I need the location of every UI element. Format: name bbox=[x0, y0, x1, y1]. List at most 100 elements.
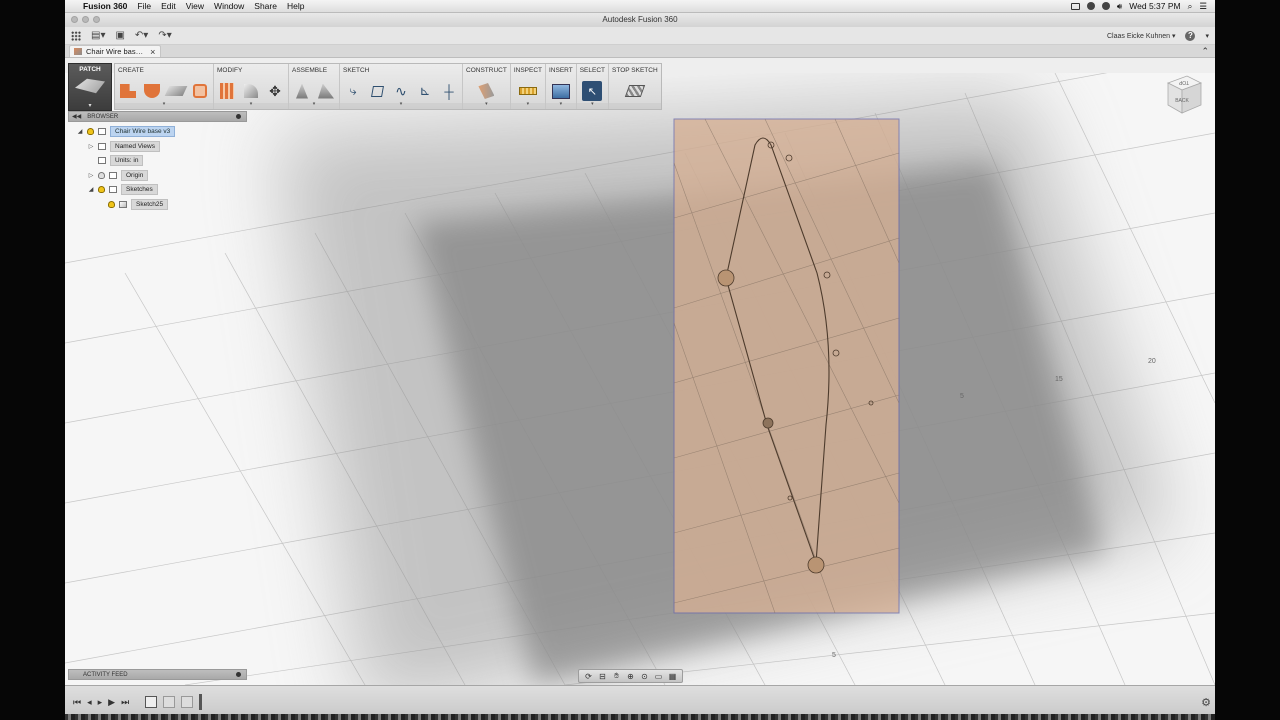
panel-assemble[interactable]: ASSEMBLE ▾ bbox=[289, 64, 340, 109]
go-to-start-icon[interactable]: ⏮ bbox=[73, 697, 81, 708]
step-back-icon[interactable]: ◂ bbox=[87, 697, 92, 708]
go-to-end-icon[interactable]: ⏭ bbox=[121, 697, 129, 708]
grid-label-5a: 5 bbox=[960, 393, 964, 400]
menu-share[interactable]: Share bbox=[254, 1, 277, 11]
fillet-icon[interactable] bbox=[241, 81, 261, 101]
measure-icon[interactable] bbox=[518, 81, 538, 101]
step-forward-icon[interactable]: ▸ bbox=[98, 697, 103, 708]
workspace-switcher[interactable]: PATCH ▾ bbox=[68, 63, 112, 111]
close-window-icon[interactable] bbox=[71, 16, 78, 23]
joint-icon[interactable] bbox=[292, 81, 312, 101]
fusion-window: Autodesk Fusion 360 ▤▾ ▣ ↶▾ ↷▾ Claas Eic… bbox=[65, 13, 1215, 718]
timeline-feature-icon[interactable] bbox=[181, 696, 194, 708]
select-cursor-icon[interactable]: ↖ bbox=[582, 81, 603, 101]
visibility-bulb-icon[interactable] bbox=[108, 201, 115, 208]
collapse-arrow-icon[interactable]: ◢ bbox=[87, 186, 95, 193]
user-account-menu[interactable]: Claas Eicke Kuhnen ▾ bbox=[1107, 32, 1176, 40]
panel-sketch-title: SKETCH bbox=[343, 67, 370, 74]
play-icon[interactable]: ▶ bbox=[108, 697, 115, 708]
close-tab-icon[interactable]: × bbox=[150, 47, 155, 57]
panel-select[interactable]: SELECT ↖ ▾ bbox=[576, 64, 609, 109]
browser-node-units[interactable]: Units: in bbox=[98, 155, 144, 166]
minimize-window-icon[interactable] bbox=[82, 16, 89, 23]
loft-icon[interactable] bbox=[190, 81, 210, 101]
document-tab-bar: Chair Wire bas… × ⌃ bbox=[65, 45, 1215, 58]
grid-icon[interactable] bbox=[71, 30, 81, 41]
screen-mirror-icon[interactable] bbox=[1070, 2, 1080, 10]
panel-modify[interactable]: MODIFY ✥ ▾ bbox=[214, 64, 289, 109]
sketch-trim-icon[interactable]: ┼ bbox=[439, 81, 459, 101]
menu-edit[interactable]: Edit bbox=[161, 1, 176, 11]
grid-settings-icon[interactable]: ▦ bbox=[667, 672, 678, 681]
expand-arrow-icon[interactable]: ▷ bbox=[87, 143, 95, 150]
view-cube[interactable]: TOP BACK bbox=[1165, 73, 1203, 117]
extrude-icon[interactable] bbox=[118, 81, 138, 101]
app-menu[interactable]: Fusion 360 bbox=[83, 1, 127, 11]
save-icon[interactable]: ▣ bbox=[115, 30, 124, 41]
panel-inspect[interactable]: INSPECT ▾ bbox=[510, 64, 546, 109]
redo-icon[interactable]: ↷▾ bbox=[158, 30, 171, 41]
undo-icon[interactable]: ↶▾ bbox=[135, 30, 148, 41]
sketch-line-icon[interactable]: ⤷ bbox=[343, 81, 363, 101]
app-status-icon[interactable] bbox=[1086, 2, 1095, 10]
expand-arrow-icon[interactable]: ▷ bbox=[87, 172, 95, 179]
menu-view[interactable]: View bbox=[186, 1, 204, 11]
spotlight-search-icon[interactable]: ⌕ bbox=[1188, 1, 1193, 12]
zoom-icon[interactable]: ⊕ bbox=[625, 672, 636, 681]
move-icon[interactable]: ✥ bbox=[265, 81, 285, 101]
construct-plane-icon[interactable] bbox=[476, 81, 496, 101]
insert-image-icon[interactable] bbox=[551, 81, 571, 101]
panel-construct[interactable]: CONSTRUCT ▾ bbox=[463, 64, 511, 109]
visibility-bulb-icon[interactable] bbox=[98, 172, 105, 179]
revolve-icon[interactable] bbox=[142, 81, 162, 101]
help-icon[interactable]: ? bbox=[1185, 30, 1196, 41]
panel-stop-sketch[interactable]: STOP SKETCH bbox=[609, 64, 661, 109]
look-at-icon[interactable]: ⊟ bbox=[597, 672, 608, 681]
timeline-marker[interactable] bbox=[199, 694, 203, 710]
clock[interactable]: Wed 5:37 PM bbox=[1129, 1, 1180, 11]
press-pull-icon[interactable] bbox=[217, 81, 237, 101]
browser-node-origin[interactable]: ▷ Origin bbox=[87, 170, 149, 181]
sketch-plane[interactable] bbox=[673, 118, 900, 614]
orbit-icon[interactable]: ⟳ bbox=[583, 672, 594, 681]
menu-help[interactable]: Help bbox=[287, 1, 304, 11]
menu-window[interactable]: Window bbox=[214, 1, 244, 11]
gear-status-icon[interactable] bbox=[1101, 2, 1110, 10]
file-icon[interactable]: ▤▾ bbox=[91, 30, 105, 41]
browser-node-root[interactable]: ◢ Chair Wire base v3 bbox=[76, 126, 176, 137]
stop-sketch-icon[interactable] bbox=[624, 81, 645, 101]
display-settings-icon[interactable]: ▭ bbox=[653, 672, 664, 681]
gear-icon[interactable]: ⚙ bbox=[1201, 696, 1211, 709]
browser-node-label: Units: in bbox=[110, 155, 144, 166]
browser-node-sketches[interactable]: ◢ Sketches bbox=[87, 184, 158, 195]
timeline-feature-icon[interactable] bbox=[163, 696, 176, 708]
sketch-dimension-icon[interactable]: ⊾ bbox=[415, 81, 435, 101]
browser-node-sketch[interactable]: Sketch25 bbox=[108, 199, 169, 210]
document-tab[interactable]: Chair Wire bas… × bbox=[69, 45, 162, 57]
sketch-spline-icon[interactable]: ∿ bbox=[391, 81, 411, 101]
visibility-bulb-icon[interactable] bbox=[98, 186, 105, 193]
collapse-toolbar-icon[interactable]: ⌃ bbox=[1201, 46, 1209, 57]
panel-insert[interactable]: INSERT ▾ bbox=[545, 64, 577, 109]
document-settings-icon bbox=[98, 157, 106, 164]
visibility-bulb-icon[interactable] bbox=[87, 128, 94, 135]
volume-icon[interactable]: 🔊︎ bbox=[1117, 1, 1122, 12]
sketch-rectangle-icon[interactable] bbox=[367, 81, 387, 101]
pan-icon[interactable]: ✋︎ bbox=[611, 671, 622, 681]
activity-feed-panel[interactable]: ACTIVITY FEED bbox=[68, 669, 247, 680]
browser-node-named-views[interactable]: ▷ Named Views bbox=[87, 141, 160, 152]
workspace-dropdown-icon: ▾ bbox=[88, 103, 92, 109]
panel-sketch[interactable]: SKETCH ⤷ ∿ ⊾ ┼ ▾ bbox=[340, 64, 463, 109]
help-dropdown-icon[interactable]: ▾ bbox=[1205, 32, 1209, 40]
sketch-icon bbox=[119, 201, 127, 208]
menu-file[interactable]: File bbox=[137, 1, 151, 11]
sweep-icon[interactable] bbox=[164, 81, 188, 101]
timeline-sketch-feature-icon[interactable] bbox=[145, 696, 158, 708]
as-built-joint-icon[interactable] bbox=[316, 81, 336, 101]
activity-feed-pin-icon[interactable] bbox=[236, 672, 241, 677]
collapse-arrow-icon[interactable]: ◢ bbox=[76, 128, 84, 135]
notification-center-icon[interactable]: ☰ bbox=[1199, 1, 1207, 12]
panel-create[interactable]: CREATE ▾ bbox=[115, 64, 214, 109]
zoom-window-icon[interactable]: ⊙ bbox=[639, 672, 650, 681]
zoom-window-icon[interactable] bbox=[93, 16, 100, 23]
